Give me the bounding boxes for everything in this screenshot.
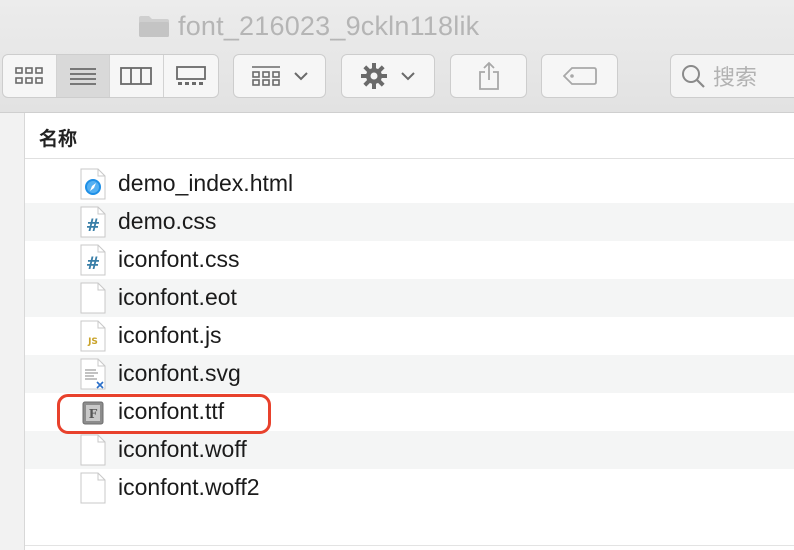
svg-document-icon bbox=[80, 358, 106, 390]
file-row[interactable]: iconfont.woff bbox=[25, 431, 794, 469]
file-row[interactable]: iconfont.eot bbox=[25, 279, 794, 317]
file-name: iconfont.woff2 bbox=[118, 474, 260, 500]
blank-document-icon bbox=[80, 282, 106, 314]
search-icon bbox=[682, 65, 705, 88]
view-mode-control[interactable] bbox=[2, 54, 219, 98]
window-title: font_216023_9ckln118lik bbox=[178, 11, 480, 41]
blank-document-icon bbox=[80, 434, 106, 466]
file-name: iconfont.js bbox=[118, 322, 222, 348]
svg-text:#: # bbox=[86, 216, 100, 236]
share-icon bbox=[478, 61, 499, 90]
column-view-button[interactable] bbox=[110, 55, 164, 97]
css-hash-icon: # bbox=[80, 244, 106, 276]
file-name: iconfont.css bbox=[118, 246, 240, 272]
search-field[interactable]: 搜索 bbox=[670, 54, 794, 98]
finder-toolbar: font_216023_9ckln118lik 搜索 bbox=[0, 0, 794, 113]
file-name: demo.css bbox=[118, 208, 217, 234]
folder-icon bbox=[139, 16, 169, 37]
gallery-view-button[interactable] bbox=[164, 55, 218, 97]
file-name: iconfont.eot bbox=[118, 284, 237, 310]
columns-icon bbox=[120, 67, 153, 85]
safari-html-icon bbox=[80, 168, 106, 200]
js-document-icon: JS bbox=[80, 320, 106, 352]
file-row[interactable]: JS iconfont.js bbox=[25, 317, 794, 355]
tag-icon bbox=[562, 67, 597, 85]
tag-button[interactable] bbox=[541, 54, 618, 98]
share-button[interactable] bbox=[450, 54, 527, 98]
file-row[interactable]: iconfont.svg bbox=[25, 355, 794, 393]
name-column-label: 名称 bbox=[39, 128, 78, 150]
css-hash-icon: # bbox=[80, 206, 106, 238]
sidebar-edge bbox=[0, 113, 25, 550]
gallery-icon bbox=[175, 66, 206, 85]
chevron-down-icon bbox=[293, 72, 308, 81]
group-icon bbox=[251, 66, 280, 86]
list-bottom-divider bbox=[25, 545, 794, 546]
group-button[interactable] bbox=[233, 54, 326, 98]
action-button[interactable] bbox=[341, 54, 435, 98]
list-view-button[interactable] bbox=[56, 55, 110, 97]
file-row[interactable]: demo_index.html bbox=[25, 165, 794, 203]
search-placeholder: 搜索 bbox=[713, 66, 758, 91]
file-name: demo_index.html bbox=[118, 170, 294, 196]
file-list: demo_index.html # demo.css # iconfont.cs… bbox=[25, 165, 794, 507]
name-column-header[interactable]: 名称 bbox=[25, 113, 794, 159]
svg-text:#: # bbox=[86, 254, 100, 274]
gear-icon bbox=[361, 63, 387, 89]
blank-document-icon bbox=[80, 472, 106, 504]
file-row[interactable]: # demo.css bbox=[25, 203, 794, 241]
list-icon bbox=[69, 68, 96, 85]
title-bar: font_216023_9ckln118lik bbox=[0, 0, 794, 50]
svg-text:JS: JS bbox=[87, 337, 98, 347]
file-name: iconfont.woff bbox=[118, 436, 247, 462]
highlight-annotation bbox=[57, 394, 271, 434]
chevron-down-icon bbox=[401, 72, 415, 81]
file-row[interactable]: iconfont.woff2 bbox=[25, 469, 794, 507]
grid-icon bbox=[15, 67, 44, 84]
icon-view-button[interactable] bbox=[3, 55, 57, 97]
file-name: iconfont.svg bbox=[118, 360, 241, 386]
file-row[interactable]: # iconfont.css bbox=[25, 241, 794, 279]
